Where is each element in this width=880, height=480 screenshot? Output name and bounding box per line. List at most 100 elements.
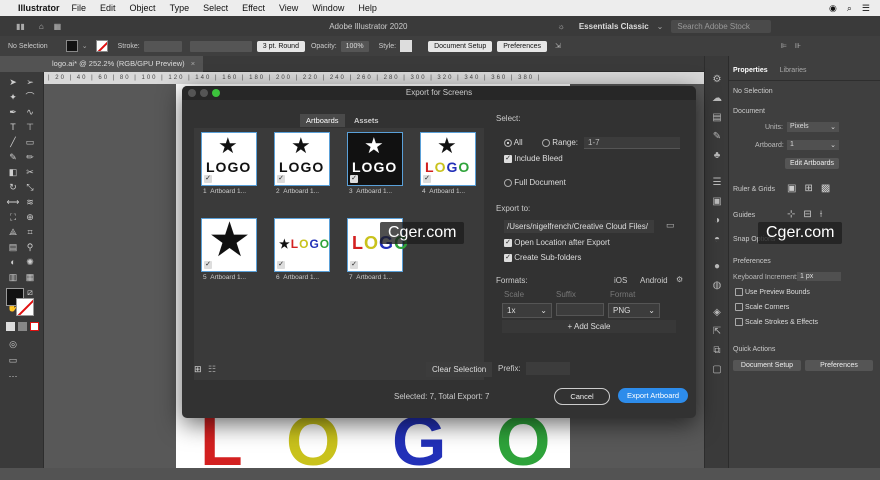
- type-tool-icon[interactable]: T: [6, 121, 20, 133]
- artboard-thumb-1[interactable]: ★ LOGO ✓: [201, 132, 257, 186]
- spotlight-icon[interactable]: ⌕: [847, 3, 852, 14]
- swatches-panel-icon[interactable]: ▤: [705, 108, 729, 127]
- scale-dropdown[interactable]: 1x ⌄: [502, 303, 552, 318]
- color-panel-icon[interactable]: ●: [705, 257, 729, 276]
- menu-app-name[interactable]: Illustrator: [18, 3, 60, 13]
- brushes-panel-icon[interactable]: ✎: [705, 127, 729, 146]
- artboard-3-checkbox[interactable]: ✓: [350, 175, 358, 183]
- color-guide-icon[interactable]: ◍: [705, 276, 729, 295]
- maximize-window-icon[interactable]: [212, 89, 220, 97]
- ios-preset[interactable]: iOS: [614, 276, 627, 285]
- artboard-5-checkbox[interactable]: ✓: [204, 261, 212, 269]
- menu-window[interactable]: Window: [312, 3, 344, 13]
- units-dropdown[interactable]: Pixels ⌄: [787, 122, 839, 132]
- grid-icon[interactable]: ⊞: [804, 183, 812, 194]
- stroke-color-box[interactable]: [16, 298, 34, 316]
- free-transform-icon[interactable]: ⛶: [6, 211, 20, 223]
- list-view-icon[interactable]: ☷: [208, 364, 216, 375]
- variable-width-field[interactable]: [189, 40, 252, 52]
- symbols-panel-icon[interactable]: ♣: [705, 146, 729, 165]
- range-input[interactable]: 1-7: [584, 137, 680, 149]
- layout-icon[interactable]: ▦: [54, 22, 62, 31]
- artboard-4-checkbox[interactable]: ✓: [423, 175, 431, 183]
- blend-icon[interactable]: ◐: [6, 256, 20, 268]
- rotate-icon[interactable]: ↻: [6, 181, 20, 193]
- draw-mode-icon[interactable]: ◎: [6, 338, 20, 350]
- scissors-icon[interactable]: ✂: [23, 166, 37, 178]
- fill-dropdown-icon[interactable]: ⌄: [82, 42, 88, 50]
- close-window-icon[interactable]: [188, 89, 196, 97]
- add-scale-button[interactable]: + Add Scale: [502, 320, 676, 333]
- gradient-mode-icon[interactable]: [18, 322, 27, 331]
- export-panel-icon[interactable]: ⇱: [705, 322, 729, 341]
- grid-view-icon[interactable]: ⊞: [194, 364, 202, 375]
- magic-wand-icon[interactable]: ✦: [6, 91, 20, 103]
- quick-document-setup-button[interactable]: Document Setup: [733, 360, 801, 371]
- gradient-panel-icon[interactable]: ▣: [705, 192, 729, 211]
- slice-icon[interactable]: ⧄: [23, 286, 37, 298]
- menu-type[interactable]: Type: [170, 3, 190, 13]
- touch-type-icon[interactable]: ⊤: [23, 121, 37, 133]
- cancel-button[interactable]: Cancel: [554, 388, 610, 405]
- libraries-panel-icon[interactable]: ☁: [705, 89, 729, 108]
- curvature-icon[interactable]: ∿: [23, 106, 37, 118]
- export-artboard-button[interactable]: Export Artboard: [618, 388, 688, 403]
- all-radio[interactable]: [504, 138, 512, 147]
- menu-select[interactable]: Select: [203, 3, 228, 13]
- menu-file[interactable]: File: [72, 3, 87, 13]
- opacity-field[interactable]: 100%: [340, 40, 369, 52]
- home-icon[interactable]: ⌂: [39, 22, 44, 31]
- menu-effect[interactable]: Effect: [242, 3, 265, 13]
- lightbulb-icon[interactable]: ☼: [558, 22, 565, 31]
- full-document-radio[interactable]: [504, 178, 512, 187]
- appearance-panel-icon[interactable]: ◓: [705, 230, 729, 249]
- keyboard-increment-field[interactable]: 1 px: [797, 272, 841, 281]
- transparency-grid-icon[interactable]: ▩: [821, 183, 830, 194]
- more-tools-icon[interactable]: ⋯: [6, 370, 20, 382]
- selection-tool-icon[interactable]: ➤: [6, 76, 20, 88]
- artboard-thumb-3[interactable]: ★ LOGO ✓: [347, 132, 403, 186]
- menu-edit[interactable]: Edit: [100, 3, 116, 13]
- symbol-sprayer-icon[interactable]: ✺: [23, 256, 37, 268]
- screen-mode-icon[interactable]: ▭: [6, 354, 20, 366]
- tab-properties[interactable]: Properties: [733, 67, 768, 74]
- stroke-panel-icon[interactable]: ☰: [705, 173, 729, 192]
- tab-libraries[interactable]: Libraries: [780, 67, 807, 74]
- rectangle-tool-icon[interactable]: ▭: [23, 136, 37, 148]
- document-tab[interactable]: logo.ai* @ 252.2% (RGB/GPU Preview) ×: [44, 56, 204, 72]
- tab-assets[interactable]: Assets: [348, 114, 385, 127]
- workspace-switcher[interactable]: Essentials Classic: [579, 22, 649, 31]
- menu-object[interactable]: Object: [130, 3, 156, 13]
- stroke-weight-field[interactable]: [143, 40, 182, 52]
- layers-panel-icon[interactable]: ◈: [705, 303, 729, 322]
- properties-panel-icon[interactable]: ⚙: [705, 70, 729, 89]
- lasso-icon[interactable]: ⌒: [23, 91, 37, 103]
- quick-preferences-button[interactable]: Preferences: [805, 360, 873, 371]
- artboard-6-checkbox[interactable]: ✓: [277, 261, 285, 269]
- show-guides-icon[interactable]: ⊹: [787, 209, 795, 220]
- folder-icon[interactable]: ▭: [666, 220, 675, 231]
- include-bleed-checkbox[interactable]: ✓: [504, 154, 512, 163]
- width-tool-icon[interactable]: ⟷: [6, 196, 20, 208]
- perspective-icon[interactable]: ⟁: [6, 226, 20, 238]
- scale-corners-checkbox[interactable]: [735, 303, 743, 311]
- minimize-window-icon[interactable]: [200, 89, 208, 97]
- graph-icon[interactable]: ▥: [6, 271, 20, 283]
- eraser-icon[interactable]: ◧: [6, 166, 20, 178]
- stock-search-input[interactable]: Search Adobe Stock: [671, 19, 772, 33]
- paintbrush-icon[interactable]: ✎: [6, 151, 20, 163]
- pencil-icon[interactable]: ✏: [23, 151, 37, 163]
- warp-icon[interactable]: ≋: [23, 196, 37, 208]
- links-panel-icon[interactable]: ▢: [705, 360, 729, 379]
- menu-help[interactable]: Help: [358, 3, 377, 13]
- transparency-panel-icon[interactable]: ◑: [705, 211, 729, 230]
- clear-selection-button[interactable]: Clear Selection: [426, 362, 493, 377]
- artboards-panel-icon[interactable]: ⧉: [705, 341, 729, 360]
- shape-builder-icon[interactable]: ⊕: [23, 211, 37, 223]
- artboard-thumb-6[interactable]: ★LOGO ✓: [274, 218, 330, 272]
- edit-artboards-button[interactable]: Edit Artboards: [785, 158, 839, 169]
- stroke-swatch[interactable]: [95, 40, 108, 52]
- use-preview-bounds-checkbox[interactable]: [735, 288, 743, 296]
- document-setup-button[interactable]: Document Setup: [428, 40, 493, 52]
- fill-swatch[interactable]: [65, 40, 78, 52]
